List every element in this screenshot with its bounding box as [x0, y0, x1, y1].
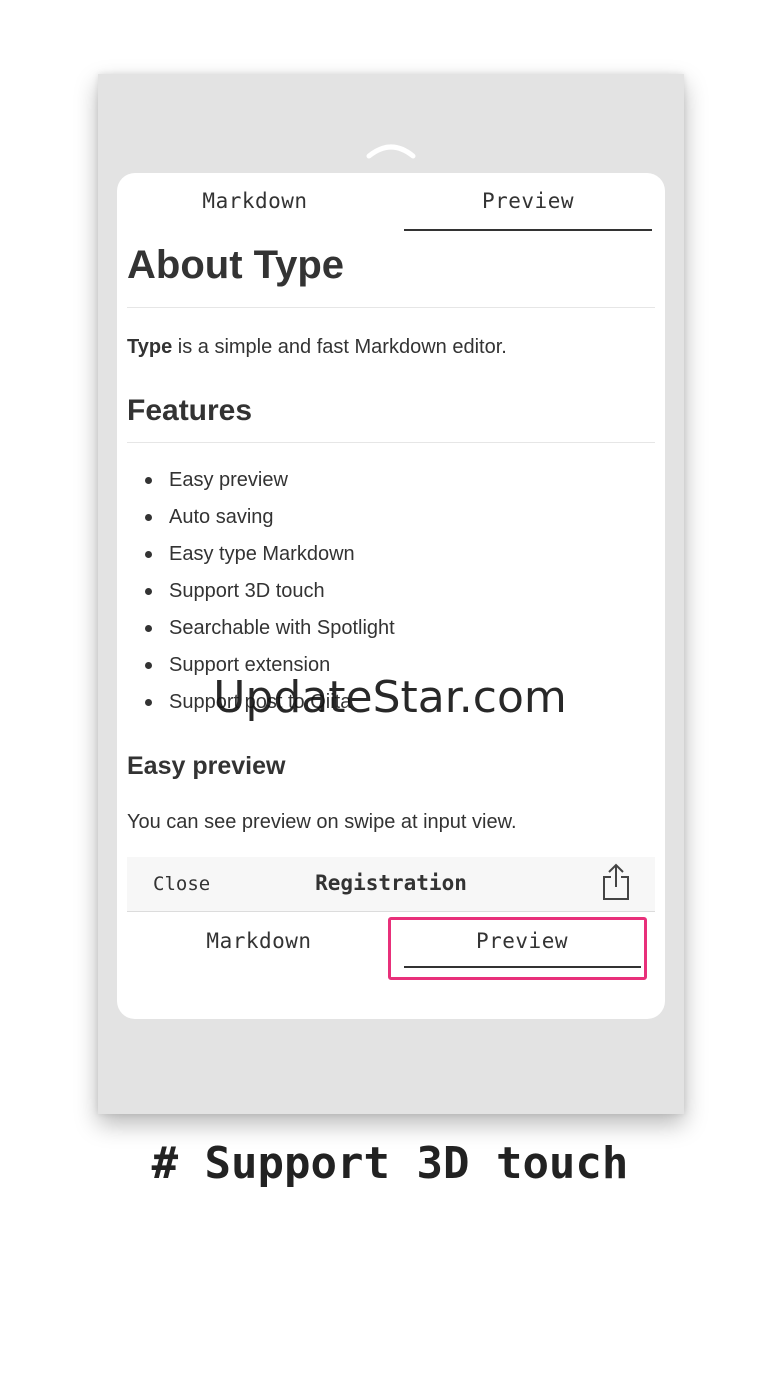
tab-markdown[interactable]: Markdown: [141, 929, 377, 953]
intro-bold: Type: [127, 336, 173, 358]
list-item: Auto saving: [127, 502, 395, 539]
share-icon[interactable]: [601, 863, 631, 901]
easy-preview-text: You can see preview on swipe at input vi…: [127, 811, 517, 833]
features-heading: Features: [127, 394, 253, 427]
tab-markdown[interactable]: Markdown: [137, 189, 373, 213]
close-button[interactable]: Close: [153, 873, 210, 895]
list-item: Searchable with Spotlight: [127, 613, 395, 650]
intro-paragraph: Type is a simple and fast Markdown edito…: [127, 336, 507, 359]
list-item-text: Support 3D touch: [169, 580, 325, 602]
list-item: Easy type Markdown: [127, 539, 395, 576]
device-frame: Markdown Preview About Type Type is a si…: [98, 74, 684, 1114]
feature-caption: # Support 3D touch: [151, 1138, 629, 1189]
watermark: UpdateStar.com: [213, 672, 567, 723]
doc-title: About Type: [127, 243, 345, 287]
tab-active-underline: [404, 229, 652, 231]
list-item-text: Auto saving: [169, 506, 274, 528]
list-item-text: Easy preview: [169, 469, 288, 491]
list-item-text: Easy type Markdown: [169, 543, 355, 565]
title-divider: [127, 307, 655, 308]
features-divider: [127, 442, 655, 443]
preview-tab-highlight: [388, 917, 647, 980]
preview-card: Markdown Preview About Type Type is a si…: [117, 173, 665, 1019]
list-item: Easy preview: [127, 465, 395, 502]
bullet-icon: [145, 662, 152, 669]
bullet-icon: [145, 588, 152, 595]
chevron-up-icon[interactable]: [366, 140, 416, 160]
registration-title: Registration: [315, 871, 467, 895]
tab-preview[interactable]: Preview: [404, 189, 652, 213]
bullet-icon: [145, 477, 152, 484]
tab-bar-top: Markdown Preview: [117, 173, 665, 231]
easy-preview-heading: Easy preview: [127, 752, 286, 780]
bullet-icon: [145, 551, 152, 558]
tab-bar-bottom: Markdown Preview: [117, 912, 665, 992]
bullet-icon: [145, 514, 152, 521]
bullet-icon: [145, 625, 152, 632]
registration-bar: Close Registration: [127, 857, 655, 912]
intro-text: is a simple and fast Markdown editor.: [172, 336, 507, 358]
list-item-text: Searchable with Spotlight: [169, 617, 395, 639]
list-item: Support 3D touch: [127, 576, 395, 613]
